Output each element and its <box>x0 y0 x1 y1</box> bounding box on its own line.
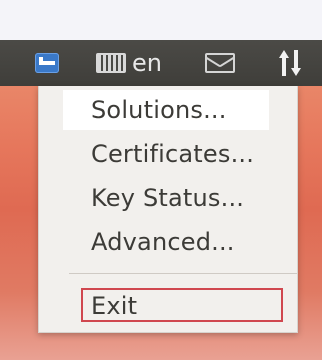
menu-item-certificates[interactable]: Certificates... <box>39 134 297 174</box>
screen-top-area <box>0 0 322 40</box>
indicator-dropdown-menu: Solutions... Certificates... Key Status.… <box>38 86 298 333</box>
network-indicator[interactable] <box>270 40 310 86</box>
messaging-indicator[interactable] <box>202 40 238 86</box>
exit-highlight-box <box>81 288 283 322</box>
menu-item-label: Advanced... <box>91 228 235 256</box>
menu-item-label: Key Status... <box>91 184 245 212</box>
menu-item-label: Solutions... <box>91 96 227 124</box>
menu-item-solutions[interactable]: Solutions... <box>63 90 269 130</box>
key-icon <box>35 53 59 73</box>
menu-item-key-status[interactable]: Key Status... <box>39 178 297 218</box>
language-label: en <box>132 49 162 77</box>
menu-separator <box>69 273 297 274</box>
menu-item-advanced[interactable]: Advanced... <box>39 222 297 262</box>
menu-item-label: Certificates... <box>91 140 255 168</box>
top-panel: en <box>0 40 322 86</box>
keyboard-layout-indicator[interactable]: en <box>96 40 174 86</box>
envelope-icon <box>205 53 235 73</box>
up-down-arrows-icon <box>277 50 303 76</box>
keyboard-icon <box>96 53 126 73</box>
app-indicator[interactable] <box>32 40 62 86</box>
